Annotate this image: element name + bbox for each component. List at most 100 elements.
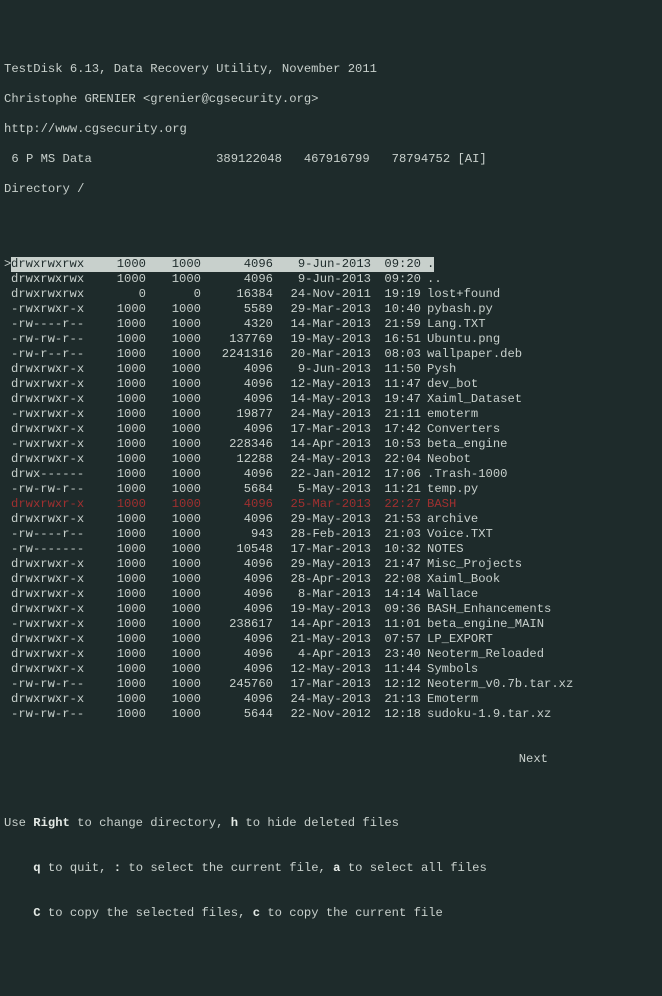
- file-entry[interactable]: drwxrwxr-x10001000409629-May-201321:53ar…: [4, 512, 658, 527]
- time: 09:36: [371, 602, 421, 617]
- file-entry[interactable]: -rwxrwxr-x1000100022834614-Apr-201310:53…: [4, 437, 658, 452]
- file-entry[interactable]: drwxrwxr-x10001000409621-May-201307:57LP…: [4, 632, 658, 647]
- gid: 1000: [146, 392, 201, 407]
- date: 28-Feb-2013: [273, 527, 371, 542]
- time: 17:42: [371, 422, 421, 437]
- file-entry[interactable]: drwxrwxr-x1000100040968-Mar-201314:14Wal…: [4, 587, 658, 602]
- file-entry[interactable]: drwxrwxr-x10001000409612-May-201311:47de…: [4, 377, 658, 392]
- perms: -rwxrwxr-x: [11, 437, 91, 452]
- size: 4096: [201, 377, 273, 392]
- time: 11:44: [371, 662, 421, 677]
- date: 12-May-2013: [273, 377, 371, 392]
- gid: 1000: [146, 302, 201, 317]
- filename: emoterm: [421, 407, 478, 422]
- filename: NOTES: [421, 542, 464, 557]
- file-entry[interactable]: drwx------10001000409622-Jan-201217:06.T…: [4, 467, 658, 482]
- cursor-mark: [4, 392, 11, 407]
- file-entry[interactable]: drwxrwxr-x1000100040964-Apr-201323:40Neo…: [4, 647, 658, 662]
- gid: 1000: [146, 347, 201, 362]
- file-entry[interactable]: drwxrwxr-x10001000409625-Mar-201322:27BA…: [4, 497, 658, 512]
- filename: BASH_Enhancements: [421, 602, 551, 617]
- file-entry[interactable]: -rw-------100010001054817-Mar-201310:32N…: [4, 542, 658, 557]
- file-entry[interactable]: -rw-rw-r--1000100024576017-Mar-201312:12…: [4, 677, 658, 692]
- uid: 1000: [91, 362, 146, 377]
- size: 4096: [201, 647, 273, 662]
- gid: 1000: [146, 527, 201, 542]
- cursor-mark: [4, 512, 11, 527]
- size: 4096: [201, 692, 273, 707]
- perms: drwxrwxr-x: [11, 632, 91, 647]
- filename: Xaiml_Book: [421, 572, 500, 587]
- file-entry[interactable]: -rw-rw-r--10001000564422-Nov-201212:18su…: [4, 707, 658, 722]
- perms: -rw-rw-r--: [11, 707, 91, 722]
- file-entry[interactable]: drwxrwxr-x10001000409612-May-201311:44Sy…: [4, 662, 658, 677]
- filename: beta_engine: [421, 437, 507, 452]
- file-entry[interactable]: drwxrwxr-x10001000409614-May-201319:47Xa…: [4, 392, 658, 407]
- file-entry[interactable]: -rw-rw-r--1000100013776919-May-201316:51…: [4, 332, 658, 347]
- help-line-3: C to copy the selected files, c to copy …: [4, 891, 658, 921]
- file-entry[interactable]: drwxrwxr-x10001000409617-Mar-201317:42Co…: [4, 422, 658, 437]
- key-C-upper: C: [33, 906, 40, 920]
- time: 22:04: [371, 452, 421, 467]
- uid: 1000: [91, 557, 146, 572]
- time: 10:40: [371, 302, 421, 317]
- size: 4096: [201, 467, 273, 482]
- file-entry[interactable]: -rw-r--r--10001000224131620-Mar-201308:0…: [4, 347, 658, 362]
- time: 07:57: [371, 632, 421, 647]
- gid: 1000: [146, 587, 201, 602]
- date: 25-Mar-2013: [273, 497, 371, 512]
- file-entry[interactable]: drwxrwxr-x10001000409624-May-201321:13Em…: [4, 692, 658, 707]
- gid: 0: [146, 287, 201, 302]
- date: 29-May-2013: [273, 512, 371, 527]
- gid: 1000: [146, 707, 201, 722]
- filename: .Trash-1000: [421, 467, 507, 482]
- key-q: q: [33, 861, 40, 875]
- file-entry[interactable]: drwxrwxr-x10001000409628-Apr-201322:08Xa…: [4, 572, 658, 587]
- file-entry[interactable]: drwxrwxrwx1000100040969-Jun-201309:20..: [4, 272, 658, 287]
- uid: 1000: [91, 692, 146, 707]
- file-entry[interactable]: drwxrwxr-x100010001228824-May-201322:04N…: [4, 452, 658, 467]
- file-entry[interactable]: -rw-rw-r--1000100056845-May-201311:21tem…: [4, 482, 658, 497]
- gid: 1000: [146, 407, 201, 422]
- gid: 1000: [146, 662, 201, 677]
- date: 12-May-2013: [273, 662, 371, 677]
- size: 10548: [201, 542, 273, 557]
- date: 20-Mar-2013: [273, 347, 371, 362]
- file-entry[interactable]: -rwxrwxr-x1000100023861714-Apr-201311:01…: [4, 617, 658, 632]
- time: 23:40: [371, 647, 421, 662]
- cursor-mark: [4, 302, 11, 317]
- gid: 1000: [146, 482, 201, 497]
- gid: 1000: [146, 497, 201, 512]
- filename: Lang.TXT: [421, 317, 486, 332]
- cursor-mark: [4, 497, 11, 512]
- filename: beta_engine_MAIN: [421, 617, 544, 632]
- file-entry[interactable]: -rwxrwxr-x100010001987724-May-201321:11e…: [4, 407, 658, 422]
- size: 5589: [201, 302, 273, 317]
- time: 19:47: [371, 392, 421, 407]
- date: 17-Mar-2013: [273, 542, 371, 557]
- date: 28-Apr-2013: [273, 572, 371, 587]
- file-entry[interactable]: -rw----r--1000100094328-Feb-201321:03Voi…: [4, 527, 658, 542]
- date: 14-Apr-2013: [273, 617, 371, 632]
- gid: 1000: [146, 677, 201, 692]
- file-entry[interactable]: >drwxrwxrwx1000100040969-Jun-201309:20.: [4, 257, 658, 272]
- filename: Symbols: [421, 662, 478, 677]
- cursor-mark: [4, 542, 11, 557]
- file-entry[interactable]: -rwxrwxr-x10001000558929-Mar-201310:40py…: [4, 302, 658, 317]
- size: 5644: [201, 707, 273, 722]
- file-entry[interactable]: drwxrwxr-x10001000409619-May-201309:36BA…: [4, 602, 658, 617]
- size: 4096: [201, 257, 273, 272]
- file-entry[interactable]: drwxrwxr-x10001000409629-May-201321:47Mi…: [4, 557, 658, 572]
- cursor-mark: [4, 317, 11, 332]
- cursor-mark: [4, 287, 11, 302]
- file-listing[interactable]: >drwxrwxrwx1000100040969-Jun-201309:20. …: [4, 257, 658, 722]
- file-entry[interactable]: drwxrwxrwx001638424-Nov-201119:19lost+fo…: [4, 287, 658, 302]
- uid: 1000: [91, 512, 146, 527]
- file-entry[interactable]: drwxrwxr-x1000100040969-Jun-201311:50Pys…: [4, 362, 658, 377]
- help-line-1: Use Right to change directory, h to hide…: [4, 797, 658, 831]
- file-entry[interactable]: -rw----r--10001000432014-Mar-201321:59La…: [4, 317, 658, 332]
- help-line-2: q to quit, : to select the current file,…: [4, 846, 658, 876]
- gid: 1000: [146, 272, 201, 287]
- cursor-mark: >: [4, 257, 11, 272]
- size: 238617: [201, 617, 273, 632]
